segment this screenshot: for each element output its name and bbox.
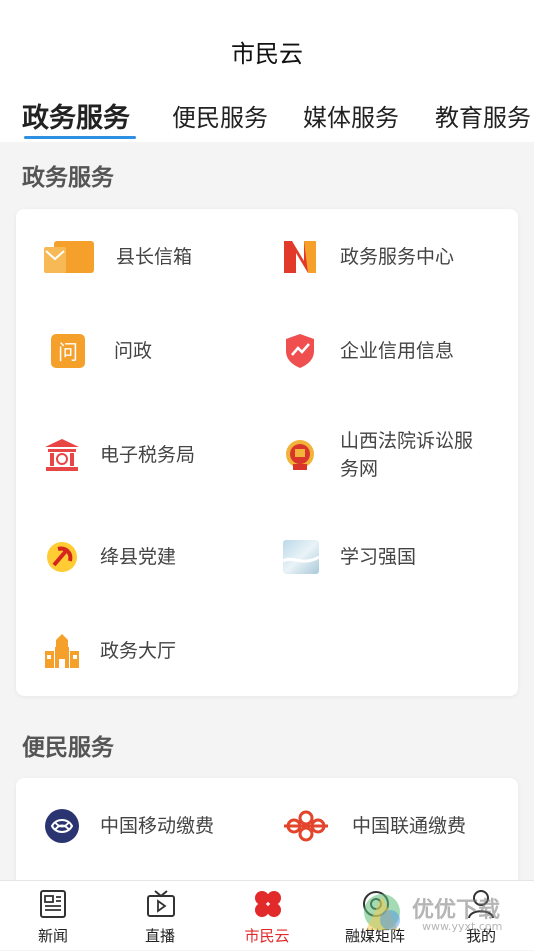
tab-education-services[interactable]: 教育服务 [435,98,531,133]
service-enterprise-credit[interactable]: 企业信用信息 [284,329,514,373]
government-services-card: 县长信箱 政务服务中心 问 问政 企业信用信息 电子税务局 山西法院诉讼服务网 … [16,209,518,696]
china-unicom-icon [282,808,330,844]
service-label: 电子税务局 [100,444,196,466]
service-label: 县长信箱 [116,246,193,268]
credit-shield-icon [284,333,316,369]
service-label: 政务服务中心 [340,246,455,268]
service-china-mobile-payment[interactable]: 中国移动缴费 [44,804,274,848]
service-xuexi-qiangguo[interactable]: 学习强国 [282,535,512,579]
nav-label: 直播 [144,927,175,945]
section-title-convenience: 便民服务 [22,735,114,761]
tab-convenience-services[interactable]: 便民服务 [172,98,268,133]
service-label: 企业信用信息 [340,340,455,362]
citizen-cloud-icon [253,889,281,919]
nav-citizen-cloud[interactable]: 市民云 [222,881,312,951]
service-shanxi-court[interactable]: 山西法院诉讼服务网 [284,425,504,485]
service-county-mailbox[interactable]: 县长信箱 [44,235,264,279]
page-title: 市民云 [231,40,303,68]
category-tabs: 政务服务 便民服务 媒体服务 教育服务 [0,92,534,142]
svg-text:问: 问 [58,340,78,364]
ask-icon: 问 [50,333,86,369]
service-e-tax-bureau[interactable]: 电子税务局 [44,433,264,477]
party-emblem-icon [46,541,78,573]
app-header: 市民云 [0,0,534,92]
service-label: 中国联通缴费 [352,815,467,837]
news-icon [39,889,67,919]
service-government-center[interactable]: 政务服务中心 [282,235,512,279]
tv-live-icon [146,889,175,919]
government-hall-icon [44,633,80,669]
service-government-hall[interactable]: 政务大厅 [44,629,264,673]
service-ask-government[interactable]: 问 问政 [50,329,260,373]
service-label: 绛县党建 [100,546,177,568]
tab-media-services[interactable]: 媒体服务 [303,98,399,133]
nav-label: 市民云 [244,927,290,945]
watermark-subtext: www.yyxt.com [422,920,503,933]
service-label: 山西法院诉讼服务网 [340,430,474,480]
court-emblem-icon [284,438,316,472]
active-tab-indicator [24,136,136,139]
service-center-logo-icon [282,239,318,275]
nav-label: 新闻 [37,927,68,945]
service-label: 学习强国 [340,546,417,568]
watermark: 优优下载 www.yyxt.com [360,888,530,944]
service-label: 政务大厅 [100,640,177,662]
service-china-unicom-payment[interactable]: 中国联通缴费 [282,804,512,848]
mailbox-icon [44,239,94,275]
watermark-logo-icon [364,894,400,930]
xuexi-qiangguo-icon [282,539,320,575]
nav-news[interactable]: 新闻 [8,881,98,951]
service-jiangxian-party-building[interactable]: 绛县党建 [46,535,266,579]
tab-government-services[interactable]: 政务服务 [22,96,130,135]
tax-bureau-icon [44,438,80,472]
service-label: 中国移动缴费 [100,815,215,837]
nav-live[interactable]: 直播 [115,881,205,951]
service-label: 问政 [114,340,153,362]
section-title-government: 政务服务 [22,165,114,191]
china-mobile-icon [44,808,80,844]
